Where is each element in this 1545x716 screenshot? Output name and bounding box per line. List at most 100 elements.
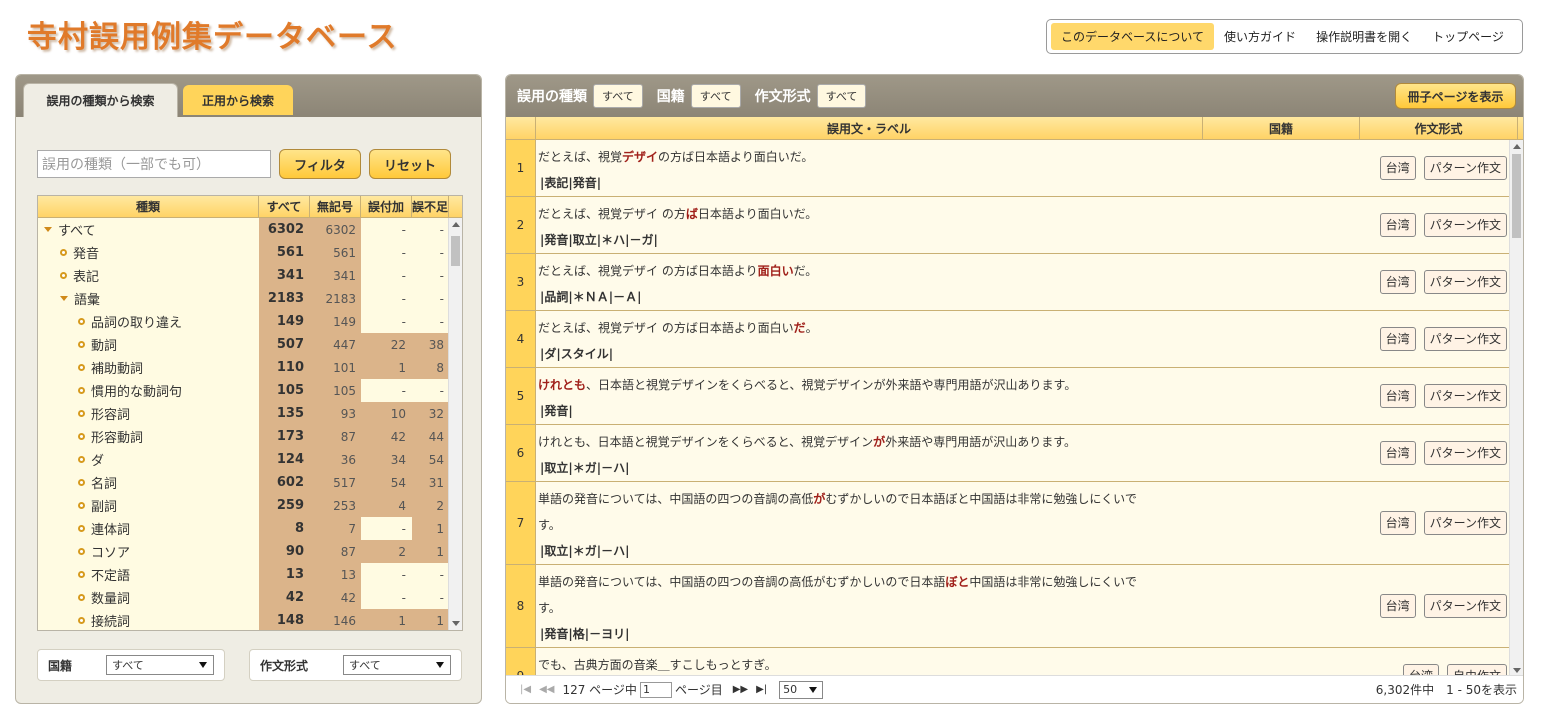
tree-row[interactable]: 名詞 602 517 54 31 <box>38 471 462 494</box>
error-type-tree: 種類 すべて 無記号 誤付加 誤不足 すべて 6302 6302 - - 発音 … <box>37 195 463 631</box>
result-actions: 台湾 パターン作文 <box>1379 213 1507 237</box>
style-button[interactable]: パターン作文 <box>1423 441 1507 465</box>
tree-row[interactable]: 補助動詞 110 101 1 8 <box>38 356 462 379</box>
style-button[interactable]: パターン作文 <box>1423 511 1507 535</box>
tree-row[interactable]: 動詞 507 447 22 38 <box>38 333 462 356</box>
tree-header-added[interactable]: 誤付加 <box>361 196 412 217</box>
leaf-node-icon <box>78 456 85 463</box>
results-scrollbar[interactable] <box>1509 140 1523 677</box>
tree-row-all-count: 148 <box>259 609 310 630</box>
tree-row-kind[interactable]: 品詞の取り違え <box>38 310 259 333</box>
tree-row-kind[interactable]: 形容動詞 <box>38 425 259 448</box>
tree-row[interactable]: 数量詞 42 42 - - <box>38 586 462 609</box>
last-page-icon[interactable]: ▶| <box>756 684 767 695</box>
tree-row-label: 副詞 <box>91 500 118 515</box>
scroll-up-icon[interactable] <box>1513 144 1521 149</box>
nav-top-page[interactable]: トップページ <box>1422 23 1514 50</box>
tree-row-nomark-count: 447 <box>310 333 361 356</box>
scroll-up-icon[interactable] <box>452 222 460 227</box>
expand-triangle-icon[interactable] <box>44 227 52 232</box>
leaf-node-icon <box>78 571 85 578</box>
tree-row[interactable]: 接続詞 148 146 1 1 <box>38 609 462 630</box>
per-page-select[interactable]: 50 <box>779 680 824 699</box>
tree-header-missing[interactable]: 誤不足 <box>412 196 449 217</box>
reset-button[interactable]: リセット <box>369 149 451 179</box>
tree-scroll-thumb[interactable] <box>451 236 460 266</box>
prev-page-icon[interactable]: ◀◀ <box>539 684 554 695</box>
tree-row[interactable]: 発音 561 561 - - <box>38 241 462 264</box>
nav-guide[interactable]: 使い方ガイド <box>1214 23 1306 50</box>
tree-row-kind[interactable]: 補助動詞 <box>38 356 259 379</box>
scroll-down-icon[interactable] <box>1513 668 1521 673</box>
tab-search-by-correct-usage[interactable]: 正用から検索 <box>183 85 293 115</box>
country-button[interactable]: 台湾 <box>1379 594 1416 618</box>
tree-row[interactable]: 語彙 2183 2183 - - <box>38 287 462 310</box>
country-button[interactable]: 台湾 <box>1379 441 1416 465</box>
tree-row[interactable]: 品詞の取り違え 149 149 - - <box>38 310 462 333</box>
style-select[interactable]: すべて <box>343 655 451 675</box>
tree-row-kind[interactable]: コソア <box>38 540 259 563</box>
country-button[interactable]: 台湾 <box>1379 270 1416 294</box>
tab-search-by-error-type[interactable]: 誤用の種類から検索 <box>23 83 178 117</box>
result-row: 9 でも、古典方面の音楽＿すこしもっとすぎ。 |－ノホウ| 台湾 自由作文 <box>506 648 1523 677</box>
tree-row-added-count: 1 <box>361 609 412 630</box>
results-scroll-thumb[interactable] <box>1512 154 1521 238</box>
style-button[interactable]: パターン作文 <box>1423 594 1507 618</box>
tree-row[interactable]: 表記 341 341 - - <box>38 264 462 287</box>
tree-header-all[interactable]: すべて <box>259 196 310 217</box>
tree-row[interactable]: ダ 124 36 34 54 <box>38 448 462 471</box>
tree-row-kind[interactable]: 数量詞 <box>38 586 259 609</box>
tree-row-nomark-count: 93 <box>310 402 361 425</box>
tree-row[interactable]: 副詞 259 253 4 2 <box>38 494 462 517</box>
tree-row-kind[interactable]: すべて <box>38 218 259 241</box>
tree-header-nomark[interactable]: 無記号 <box>310 196 361 217</box>
filter-button[interactable]: フィルタ <box>279 149 361 179</box>
expand-triangle-icon[interactable] <box>60 296 68 301</box>
country-button[interactable]: 台湾 <box>1379 213 1416 237</box>
tree-row[interactable]: 不定語 13 13 - - <box>38 563 462 586</box>
tree-row-kind[interactable]: 発音 <box>38 241 259 264</box>
header-sentence[interactable]: 誤用文・ラベル <box>536 117 1203 139</box>
tree-row[interactable]: 慣用的な動詞句 105 105 - - <box>38 379 462 402</box>
tree-row-kind[interactable]: 形容詞 <box>38 402 259 425</box>
tree-row-kind[interactable]: 接続詞 <box>38 609 259 630</box>
tree-row[interactable]: 形容動詞 173 87 42 44 <box>38 425 462 448</box>
tree-row-kind[interactable]: 動詞 <box>38 333 259 356</box>
page-number-input[interactable]: 1 <box>639 681 672 698</box>
style-button[interactable]: パターン作文 <box>1423 270 1507 294</box>
tree-row-kind[interactable]: 慣用的な動詞句 <box>38 379 259 402</box>
tree-row[interactable]: 形容詞 135 93 10 32 <box>38 402 462 425</box>
tree-scrollbar[interactable] <box>448 218 462 630</box>
error-type-search-input[interactable]: 誤用の種類（一部でも可） <box>37 150 271 178</box>
tree-row-kind[interactable]: 語彙 <box>38 287 259 310</box>
scroll-down-icon[interactable] <box>452 621 460 626</box>
tree-row-kind[interactable]: 表記 <box>38 264 259 287</box>
style-button[interactable]: パターン作文 <box>1423 384 1507 408</box>
tree-row-kind[interactable]: 不定語 <box>38 563 259 586</box>
country-button[interactable]: 台湾 <box>1379 511 1416 535</box>
header-style[interactable]: 作文形式 <box>1360 117 1518 139</box>
bottom-filters: 国籍 すべて 作文形式 すべて <box>37 649 462 681</box>
show-booklet-button[interactable]: 冊子ページを表示 <box>1395 83 1516 109</box>
tree-row[interactable]: すべて 6302 6302 - - <box>38 218 462 241</box>
tree-row-kind[interactable]: ダ <box>38 448 259 471</box>
tree-row-kind[interactable]: 名詞 <box>38 471 259 494</box>
country-select[interactable]: すべて <box>106 655 214 675</box>
country-button[interactable]: 台湾 <box>1379 327 1416 351</box>
style-button[interactable]: パターン作文 <box>1423 213 1507 237</box>
next-page-icon[interactable]: ▶▶ <box>733 684 748 695</box>
first-page-icon[interactable]: |◀ <box>520 684 531 695</box>
header-country[interactable]: 国籍 <box>1203 117 1360 139</box>
nav-about[interactable]: このデータベースについて <box>1051 23 1215 50</box>
tree-row-missing-count: 38 <box>412 333 449 356</box>
tree-row-kind[interactable]: 連体詞 <box>38 517 259 540</box>
style-button[interactable]: パターン作文 <box>1423 156 1507 180</box>
tree-row[interactable]: コソア 90 87 2 1 <box>38 540 462 563</box>
country-button[interactable]: 台湾 <box>1379 156 1416 180</box>
nav-manual[interactable]: 操作説明書を開く <box>1306 23 1422 50</box>
tree-row[interactable]: 連体詞 8 7 - 1 <box>38 517 462 540</box>
tree-row-kind[interactable]: 副詞 <box>38 494 259 517</box>
style-button[interactable]: パターン作文 <box>1423 327 1507 351</box>
country-button[interactable]: 台湾 <box>1379 384 1416 408</box>
tree-header-kind[interactable]: 種類 <box>38 196 259 217</box>
